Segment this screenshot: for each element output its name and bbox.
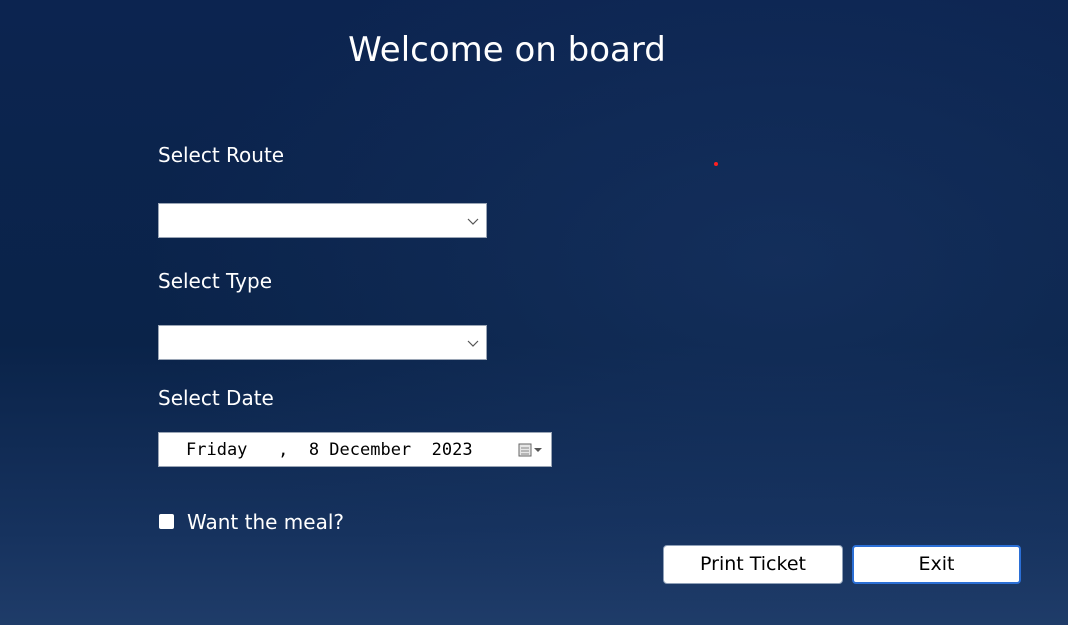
type-label: Select Type	[158, 269, 272, 293]
booking-window: { "title": "Welcome on board", "form": {…	[0, 0, 1068, 625]
type-select[interactable]	[158, 325, 487, 360]
date-picker-value: Friday , 8 December 2023	[186, 440, 473, 460]
route-select[interactable]	[158, 203, 487, 238]
exit-button[interactable]: Exit	[852, 545, 1021, 584]
route-label: Select Route	[158, 143, 285, 167]
date-picker[interactable]: Friday , 8 December 2023	[158, 432, 552, 467]
date-label: Select Date	[158, 386, 274, 410]
red-marker-dot	[714, 162, 718, 166]
meal-checkbox-label: Want the meal?	[187, 510, 345, 534]
page-title: Welcome on board	[348, 30, 666, 70]
chevron-down-icon	[467, 218, 479, 225]
meal-checkbox[interactable]	[159, 514, 174, 529]
chevron-down-icon	[467, 340, 479, 347]
print-ticket-button[interactable]: Print Ticket	[663, 545, 843, 584]
calendar-icon[interactable]	[517, 443, 547, 457]
